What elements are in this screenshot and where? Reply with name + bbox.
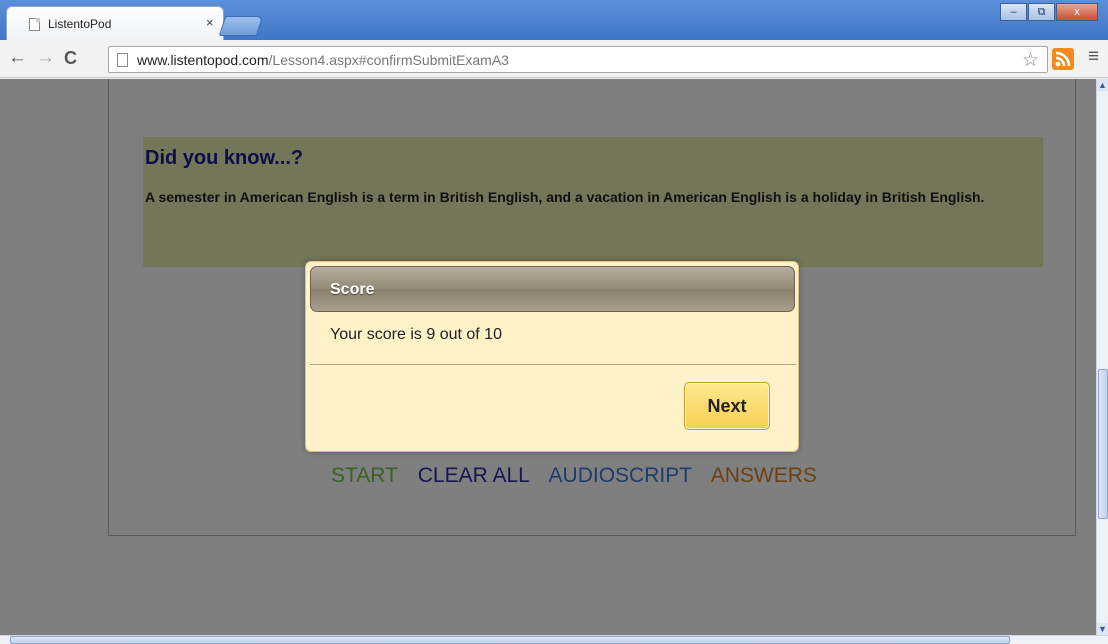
window-controls: – ⧉ x: [1000, 3, 1098, 21]
horizontal-scroll-thumb[interactable]: [10, 636, 1010, 644]
close-window-button[interactable]: x: [1056, 3, 1098, 21]
back-icon[interactable]: ←: [8, 48, 27, 68]
dialog-divider: [310, 364, 796, 365]
page-icon: [29, 18, 40, 31]
forward-icon[interactable]: →: [36, 48, 55, 68]
url-text[interactable]: www.listentopod.com/Lesson4.aspx#confirm…: [137, 52, 509, 68]
rss-icon[interactable]: [1052, 48, 1074, 70]
dialog-title: Score: [330, 281, 375, 298]
browser-toolbar: ← → C www.listentopod.com/Lesson4.aspx#c…: [0, 40, 1108, 78]
star-icon[interactable]: ☆: [1022, 49, 1039, 72]
url-path: /Lesson4.aspx#confirmSubmitExamA3: [268, 52, 509, 68]
menu-icon[interactable]: ≡: [1088, 46, 1099, 68]
tab-title: ListentoPod: [48, 17, 112, 31]
address-bar[interactable]: www.listentopod.com/Lesson4.aspx#confirm…: [108, 46, 1048, 73]
next-button[interactable]: Next: [684, 382, 770, 430]
new-tab-button[interactable]: [218, 16, 264, 36]
dialog-header: Score: [310, 266, 795, 312]
page-viewport: Did you know...? A semester in American …: [0, 79, 1096, 635]
vertical-scroll-thumb[interactable]: [1098, 369, 1108, 519]
scroll-up-icon[interactable]: ▲: [1097, 79, 1108, 91]
minimize-button[interactable]: –: [1000, 3, 1027, 21]
maximize-button[interactable]: ⧉: [1028, 3, 1055, 21]
url-domain: www.listentopod.com: [137, 52, 269, 68]
reload-icon[interactable]: C: [64, 48, 77, 68]
close-icon[interactable]: ×: [206, 15, 214, 30]
page-icon: [117, 53, 128, 67]
scroll-down-icon[interactable]: ▼: [1097, 623, 1108, 635]
vertical-scrollbar[interactable]: ▲ ▼: [1096, 79, 1108, 635]
score-message: Your score is 9 out of 10: [330, 326, 502, 343]
tab-listentopod[interactable]: ListentoPod ×: [6, 6, 224, 40]
score-dialog: Score Your score is 9 out of 10 Next: [305, 261, 799, 452]
horizontal-scrollbar[interactable]: [0, 635, 1108, 644]
title-bar: ListentoPod × – ⧉ x: [0, 0, 1108, 40]
